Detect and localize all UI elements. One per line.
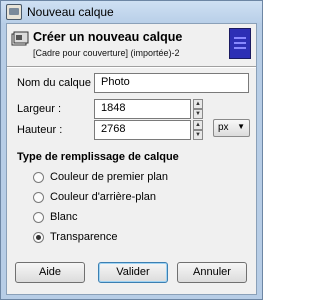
dialog-window: Nouveau calque Créer un nouveau calque [… bbox=[0, 0, 263, 300]
height-decrement-icon[interactable]: ▼ bbox=[193, 130, 203, 140]
radio-button[interactable] bbox=[33, 172, 44, 183]
dialog-header: Créer un nouveau calque [Cadre pour couv… bbox=[7, 24, 256, 64]
fill-option-label: Couleur de premier plan bbox=[50, 171, 169, 183]
unit-value: px bbox=[218, 122, 229, 133]
fill-option-label: Blanc bbox=[50, 211, 78, 223]
height-label: Hauteur : bbox=[17, 124, 63, 136]
dialog-body: Créer un nouveau calque [Cadre pour couv… bbox=[6, 23, 257, 295]
fill-type-heading: Type de remplissage de calque bbox=[17, 151, 179, 163]
unit-dropdown[interactable]: px ▼ bbox=[213, 119, 250, 137]
fill-option-label: Transparence bbox=[50, 231, 118, 243]
height-increment-icon[interactable]: ▲ bbox=[193, 120, 203, 130]
image-name: [Cadre pour couverture] (importée)-2 bbox=[33, 48, 180, 58]
width-increment-icon[interactable]: ▲ bbox=[193, 99, 203, 109]
window-title: Nouveau calque bbox=[27, 5, 114, 19]
width-decrement-icon[interactable]: ▼ bbox=[193, 109, 203, 119]
radio-button[interactable] bbox=[33, 192, 44, 203]
layer-name-input[interactable]: Photo bbox=[94, 73, 249, 93]
width-input[interactable]: 1848 bbox=[94, 99, 191, 119]
fill-option-label: Couleur d'arrière-plan bbox=[50, 191, 157, 203]
dialog-heading: Créer un nouveau calque bbox=[33, 30, 183, 44]
title-bar[interactable]: Nouveau calque bbox=[1, 1, 262, 23]
width-label: Largeur : bbox=[17, 103, 62, 115]
new-layer-icon bbox=[11, 31, 29, 46]
radio-button-selected[interactable] bbox=[33, 232, 44, 243]
cancel-button[interactable]: Annuler bbox=[177, 262, 247, 283]
width-spinner[interactable]: ▲ ▼ bbox=[193, 99, 203, 119]
height-input[interactable]: 2768 bbox=[94, 120, 191, 140]
chevron-down-icon: ▼ bbox=[237, 122, 245, 131]
height-spinner[interactable]: ▲ ▼ bbox=[193, 120, 203, 140]
help-button[interactable]: Aide bbox=[15, 262, 85, 283]
header-separator bbox=[7, 66, 256, 68]
radio-button[interactable] bbox=[33, 212, 44, 223]
image-thumbnail bbox=[229, 28, 251, 59]
layer-name-label: Nom du calque : bbox=[17, 77, 98, 89]
gimp-app-icon bbox=[6, 4, 22, 20]
ok-button[interactable]: Valider bbox=[98, 262, 168, 283]
